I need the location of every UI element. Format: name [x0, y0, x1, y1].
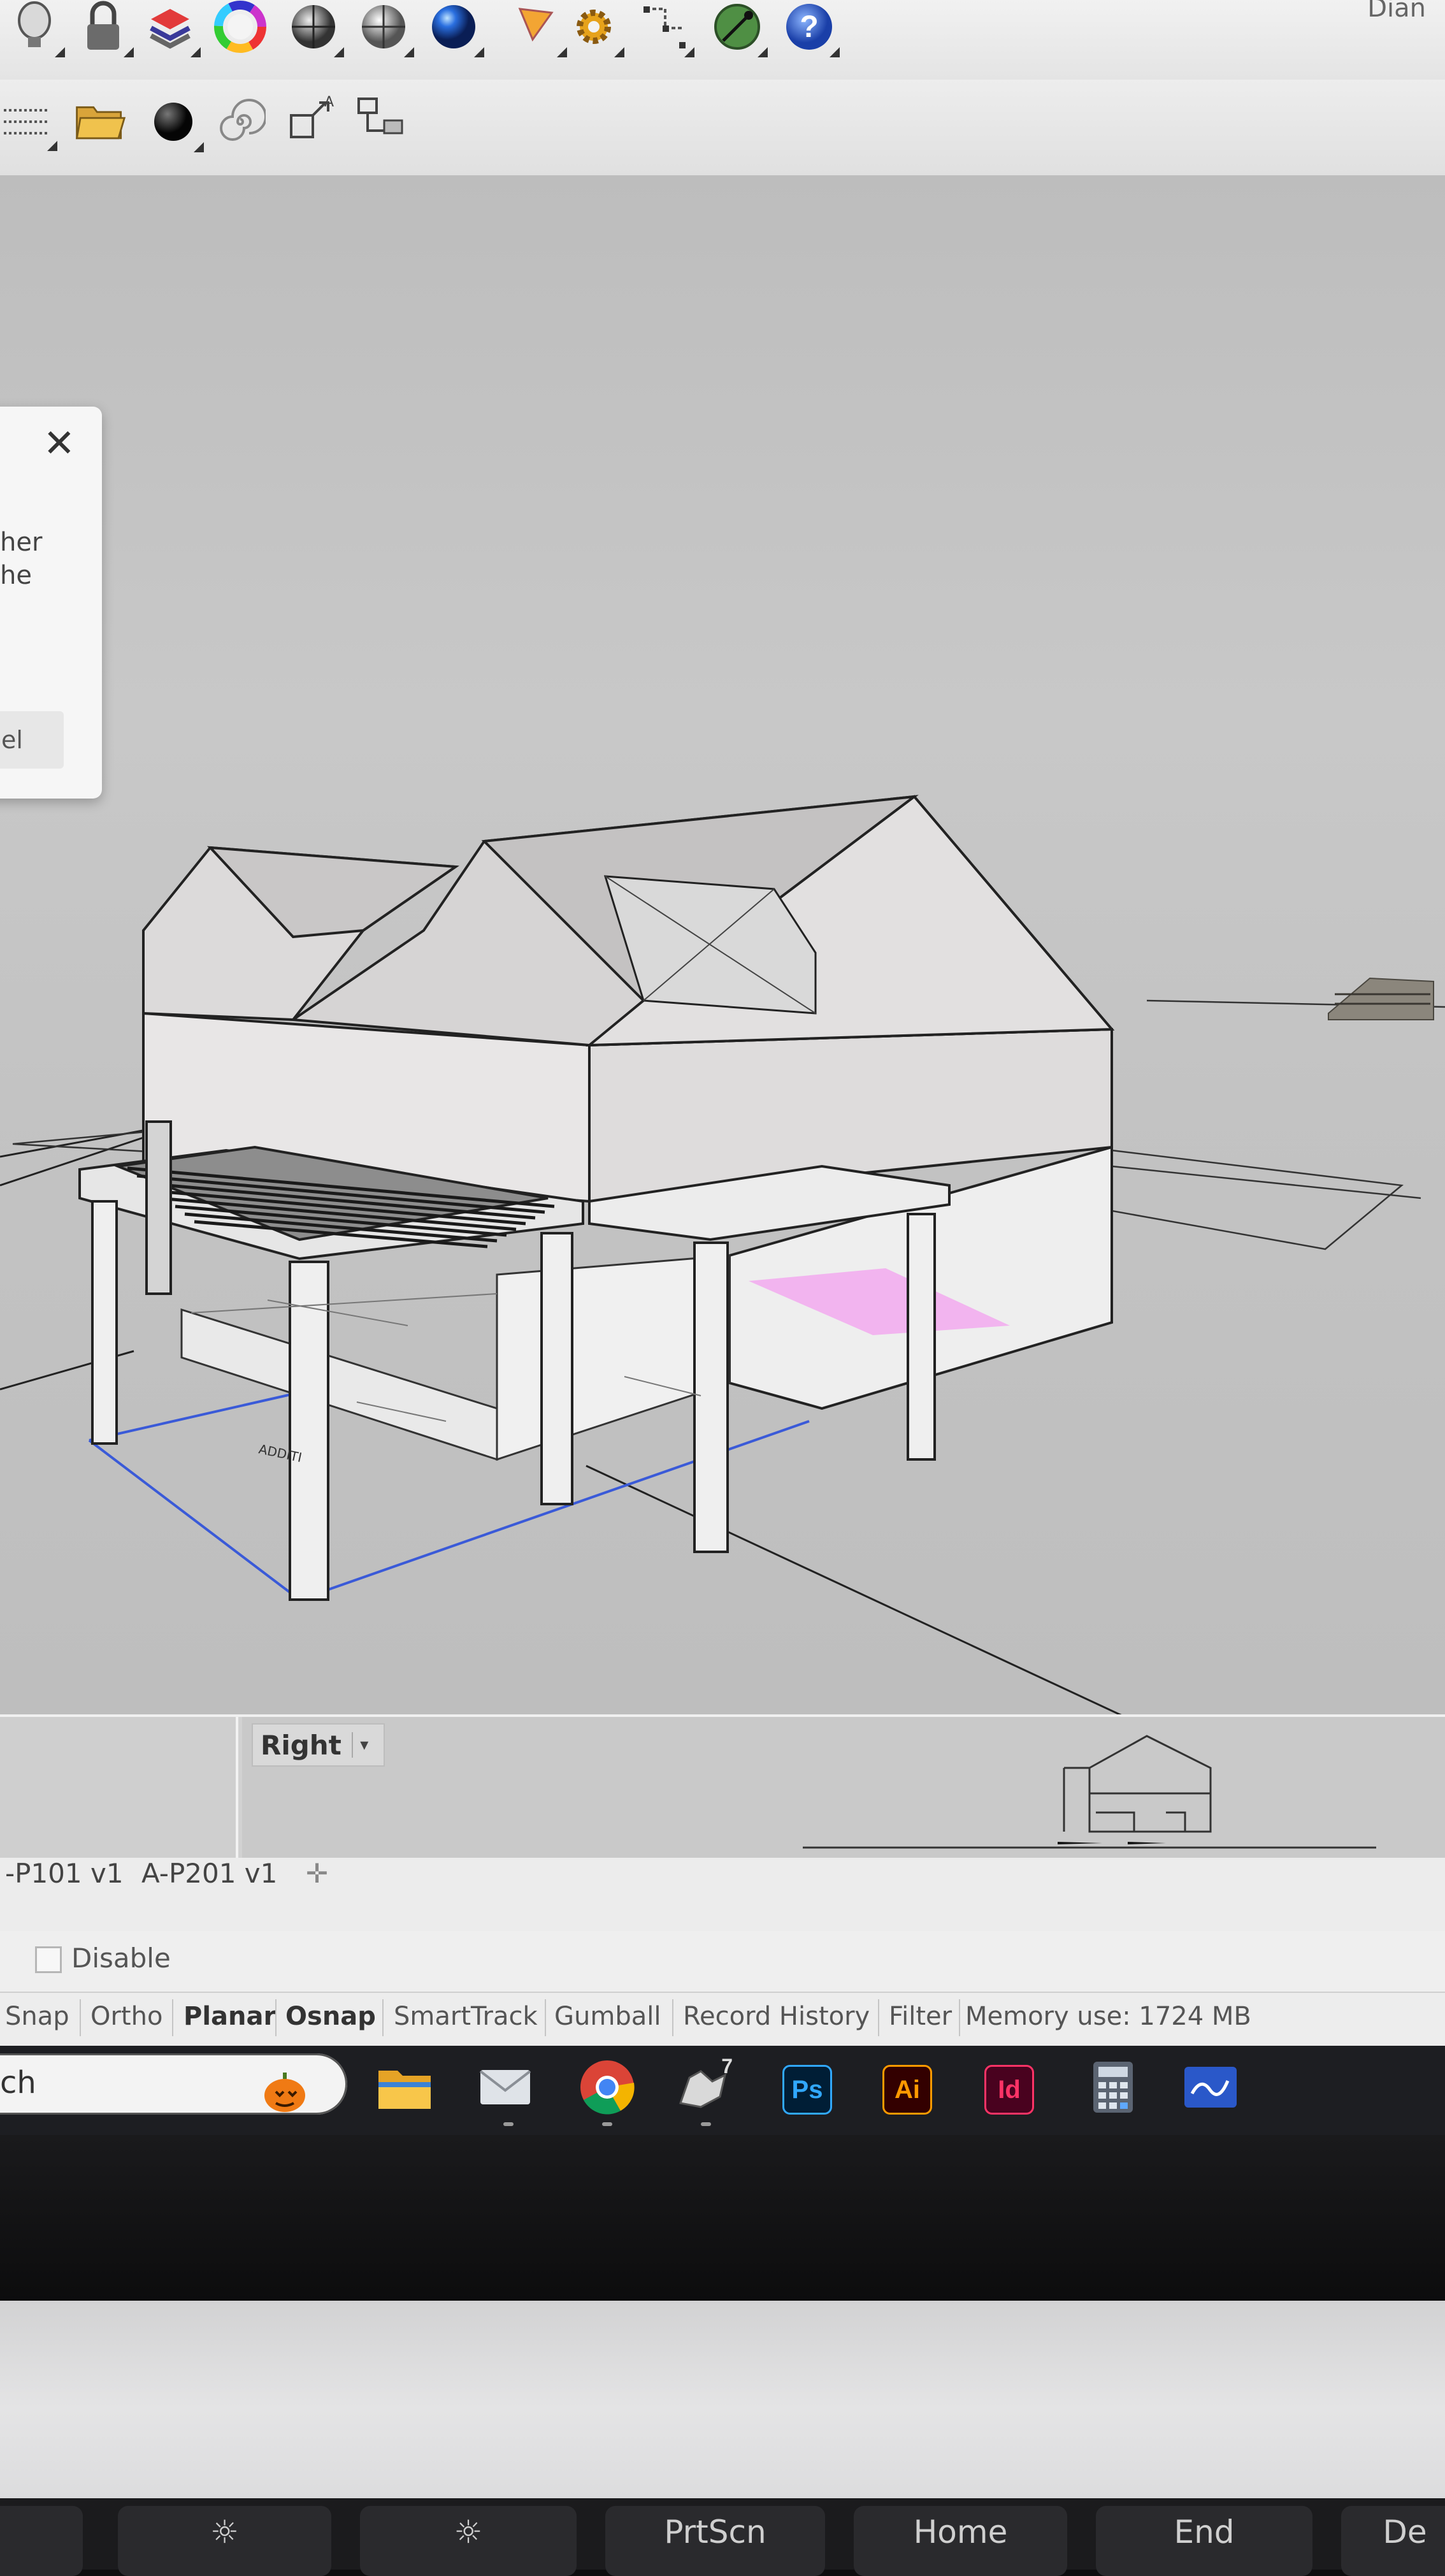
- add-tab-icon[interactable]: ✛: [306, 1858, 328, 1889]
- running-indicator: [602, 2122, 612, 2126]
- dialog-cancel-button[interactable]: el: [0, 711, 64, 769]
- gear-settings-icon[interactable]: [567, 0, 624, 57]
- help-icon[interactable]: ?: [782, 0, 840, 57]
- filter-toggle[interactable]: Filter: [889, 2002, 952, 2031]
- house-model-render: ADDITI: [0, 795, 1445, 1714]
- planar-toggle[interactable]: Planar: [183, 2002, 276, 2031]
- window-title-fragment: Dian: [1367, 0, 1426, 23]
- running-indicator: [701, 2122, 711, 2126]
- viewport-title-right[interactable]: Right ▾: [252, 1723, 385, 1767]
- snap-points-icon[interactable]: [637, 0, 694, 57]
- globe-cursor-icon[interactable]: [710, 0, 768, 57]
- distant-building: [1328, 977, 1434, 1020]
- key-esc: [0, 2506, 83, 2576]
- open-folder-icon[interactable]: [73, 92, 127, 146]
- disable-checkbox[interactable]: [35, 1946, 62, 1973]
- viewport-title-label: Right: [261, 1729, 341, 1761]
- gumball-toggle[interactable]: Gumball: [554, 2002, 661, 2031]
- photoshop-icon[interactable]: Ps: [782, 2065, 832, 2115]
- inactive-viewport-pane[interactable]: [0, 1717, 238, 1860]
- svg-text:A: A: [324, 94, 334, 110]
- perspective-viewport[interactable]: ADDITI ✕ her he el: [0, 175, 1445, 1714]
- key-brightness-up: ☼: [360, 2506, 577, 2576]
- windows-taskbar: ch 7 Ps Ai Id: [0, 2046, 1445, 2135]
- spotlight-icon[interactable]: [510, 0, 567, 57]
- mail-icon[interactable]: [477, 2059, 534, 2116]
- layout-tabs-bar: -P101 v1 A-P201 v1 ✛: [0, 1858, 1445, 1934]
- lock-icon[interactable]: [76, 0, 134, 57]
- right-view-thumbnail: [803, 1735, 1376, 1849]
- dimension-icon[interactable]: A: [284, 91, 337, 145]
- svg-text:?: ?: [800, 10, 818, 44]
- dialog-text-line-2: he: [0, 561, 32, 590]
- text-dimension-icon[interactable]: [354, 91, 407, 145]
- color-wheel-icon[interactable]: [213, 0, 267, 54]
- memory-usage: Memory use: 1724 MB: [965, 2002, 1251, 2031]
- standard-toolbar: ? Dian: [0, 0, 1445, 81]
- partial-dialog: ✕ her he el: [0, 407, 102, 799]
- smarttrack-toggle[interactable]: SmartTrack: [394, 2002, 538, 2031]
- key-brightness-down: ☼: [118, 2506, 331, 2576]
- spiral-icon[interactable]: [213, 95, 267, 148]
- illustrator-icon[interactable]: Ai: [882, 2065, 932, 2115]
- rendered-sphere-icon[interactable]: [427, 0, 484, 57]
- running-indicator: [503, 2122, 514, 2126]
- key-home: Home: [854, 2506, 1067, 2576]
- whiteboard-icon[interactable]: [1182, 2059, 1239, 2116]
- chrome-icon[interactable]: [579, 2059, 636, 2116]
- monitor-bezel: [0, 2135, 1445, 2304]
- file-explorer-icon[interactable]: [376, 2059, 433, 2116]
- search-text: ch: [0, 2065, 36, 2101]
- status-bar: Snap Ortho Planar Osnap SmartTrack Gumba…: [0, 1992, 1445, 2047]
- snap-toggle[interactable]: Snap: [5, 2002, 69, 2031]
- properties-list-icon[interactable]: [0, 94, 57, 151]
- ortho-toggle[interactable]: Ortho: [90, 2002, 162, 2031]
- disable-label: Disable: [71, 1943, 171, 1974]
- dialog-text-line-1: her: [0, 528, 43, 557]
- viewport-strip: Right ▾: [0, 1714, 1445, 1860]
- record-history-toggle[interactable]: Record History: [683, 2002, 870, 2031]
- indesign-icon[interactable]: Id: [984, 2065, 1034, 2115]
- wireframe-sphere-icon[interactable]: [287, 0, 344, 57]
- shaded-sphere-icon[interactable]: [357, 0, 414, 57]
- key-end: End: [1096, 2506, 1312, 2576]
- calculator-icon[interactable]: [1084, 2059, 1142, 2116]
- chevron-down-icon[interactable]: ▾: [351, 1732, 376, 1758]
- tab-p201[interactable]: A-P201 v1: [141, 1858, 277, 1889]
- rhino-7-icon[interactable]: 7: [675, 2055, 733, 2116]
- lightbulb-icon[interactable]: [8, 0, 65, 57]
- right-viewport-pane[interactable]: [242, 1717, 1445, 1860]
- osnap-toggle[interactable]: Osnap: [285, 2002, 376, 2031]
- pumpkin-icon: [256, 2064, 313, 2121]
- layer-stack-icon[interactable]: [143, 0, 201, 57]
- material-ball-icon[interactable]: [147, 95, 204, 152]
- tab-p101[interactable]: -P101 v1: [5, 1858, 124, 1889]
- rhino-version-label: 7: [721, 2055, 733, 2078]
- key-delete: De: [1341, 2506, 1445, 2576]
- secondary-toolbar: A: [0, 80, 1445, 177]
- close-icon[interactable]: ✕: [43, 424, 75, 463]
- key-prtscn: PrtScn: [605, 2506, 825, 2576]
